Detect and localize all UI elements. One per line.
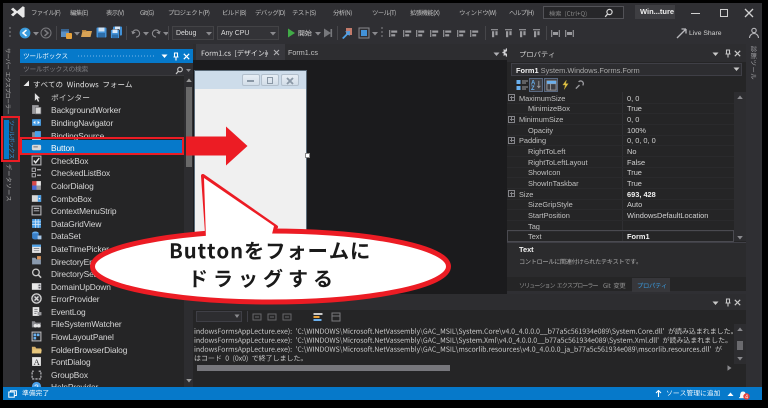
svg-text:Z: Z <box>531 86 535 90</box>
svg-text:A: A <box>34 357 41 367</box>
svg-text:4: 4 <box>745 395 748 400</box>
